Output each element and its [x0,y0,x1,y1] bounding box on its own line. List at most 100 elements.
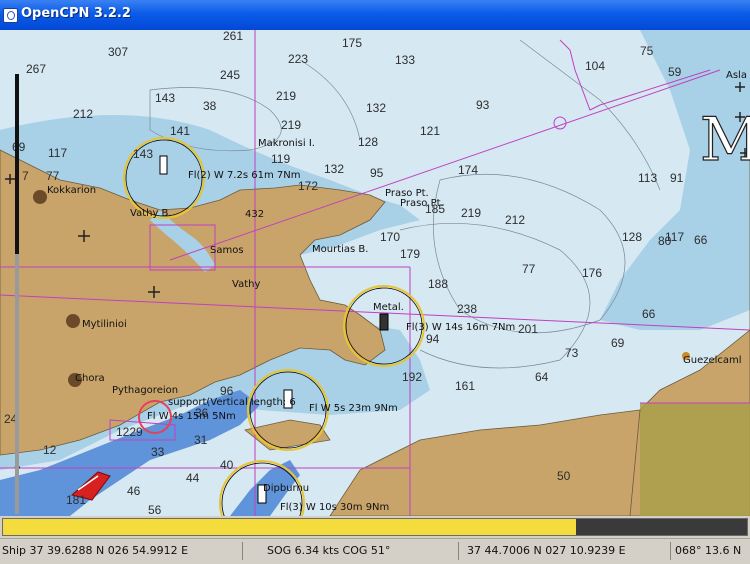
sounding: 96 [220,384,234,398]
status-separator [458,542,459,560]
sounding: 212 [505,213,525,227]
sounding: 132 [366,101,386,115]
sounding: 44 [186,471,200,485]
sounding: 128 [622,230,642,244]
chart-letter: M [700,105,750,175]
landmark-icon [33,190,47,204]
sounding: 143 [155,91,175,105]
lighthouse-icon [159,155,168,175]
annotation-label: support(Vertical length: 6 [168,397,296,408]
sounding: 56 [148,503,162,516]
lighthouse-icon [379,313,389,331]
sounding: 94 [426,332,440,346]
window-title: OpenCPN 3.2.2 [21,6,131,21]
sounding: 117 [48,146,67,160]
sounding: 77 [522,262,536,276]
sounding: 12 [43,443,57,457]
sounding: 33 [151,445,165,459]
sounding: 141 [170,124,190,138]
light-label: Fl(2) W 7.2s 61m 7Nm [188,170,300,181]
progress-track [2,518,748,536]
sounding: 261 [223,30,243,43]
sounding: 201 [518,322,538,336]
sounding: 179 [400,247,420,261]
annotation-label: 432 [245,209,264,220]
sounding: 50 [557,469,571,483]
place-label: Kokkarion [47,185,96,196]
sounding: 307 [108,45,128,59]
sounding: 175 [342,36,362,50]
sounding: 174 [458,163,478,177]
sounding: 7 [22,169,29,183]
sounding: 64 [535,370,549,384]
place-label: Dipburnu [263,483,309,494]
sounding: 77 [46,169,60,183]
sounding: 170 [380,230,400,244]
progress-fill [3,519,576,535]
sounding: 104 [585,59,605,73]
sounding: 212 [73,107,93,121]
sounding: 267 [26,62,46,76]
sounding: 132 [324,162,344,176]
sounding: 128 [358,135,378,149]
place-label: Chora [75,373,105,384]
sounding: 93 [476,98,490,112]
chart-scale-bar-segment [15,74,19,254]
sounding: 75 [640,44,654,58]
sounding: 1229 [116,425,143,439]
app-icon[interactable] [3,8,18,23]
sounding: 113 [638,171,657,185]
place-label: Vathy B. [130,208,172,219]
light-label: Fl W 4s 15m 5Nm [147,411,236,422]
sounding: 80 [658,234,672,248]
sounding: 188 [428,277,448,291]
status-bearing-distance: 068° 13.6 N [675,544,742,557]
place-label: Samos [210,245,244,256]
nautical-chart: M 261 175 75 307 223 133 104 59 267 245 143 38 219 13… [0,30,750,516]
chart-canvas[interactable]: M 261 175 75 307 223 133 104 59 267 245 143 38 219 13… [0,30,750,516]
sounding: 133 [395,53,415,67]
sounding: 66 [642,307,656,321]
sounding: 73 [565,346,579,360]
sounding: 40 [220,458,234,472]
place-label: Metal. [373,302,404,313]
sounding: 161 [455,379,475,393]
sounding: 219 [276,89,296,103]
sounding: 121 [420,124,440,138]
sounding: 66 [694,233,708,247]
status-separator [670,542,671,560]
status-cursor-position: 37 44.7006 N 027 10.9239 E [467,544,626,557]
place-label: Mourtias B. [312,244,368,255]
progress-area [0,516,750,538]
sounding: 219 [461,206,481,220]
title-bar: OpenCPN 3.2.2 [0,0,750,30]
place-label: Vathy [232,279,260,290]
status-bar: Ship 37 39.6288 N 026 54.9912 E SOG 6.34… [0,538,750,564]
sounding: 238 [457,302,477,316]
light-label: Fl(3) W 10s 30m 9Nm [280,502,389,513]
inland-area [640,403,750,516]
sounding: 192 [402,370,422,384]
sounding: 181 [66,493,86,507]
sounding: 223 [288,52,308,66]
annotation-label: Praso Pt. [400,198,444,209]
status-separator [242,542,243,560]
place-label: Makronisi I. [258,138,315,149]
sounding: 143 [133,147,153,161]
sounding: 46 [127,484,141,498]
place-label: Guezelcaml [683,355,742,366]
light-label: Fl W 5s 23m 9Nm [309,403,398,414]
sounding: 91 [670,171,684,185]
sounding: 59 [668,65,682,79]
place-label: Asla [726,70,747,81]
place-label: Mytilinioi [82,319,127,330]
sounding: 69 [611,336,625,350]
sounding: 176 [582,266,602,280]
sounding: 245 [220,68,240,82]
sounding: 95 [370,166,384,180]
status-sog-cog: SOG 6.34 kts COG 51° [267,544,391,557]
sounding: 119 [271,152,290,166]
sounding: 172 [298,179,318,193]
sounding: 38 [203,99,217,113]
place-label: Pythagoreion [112,385,178,396]
